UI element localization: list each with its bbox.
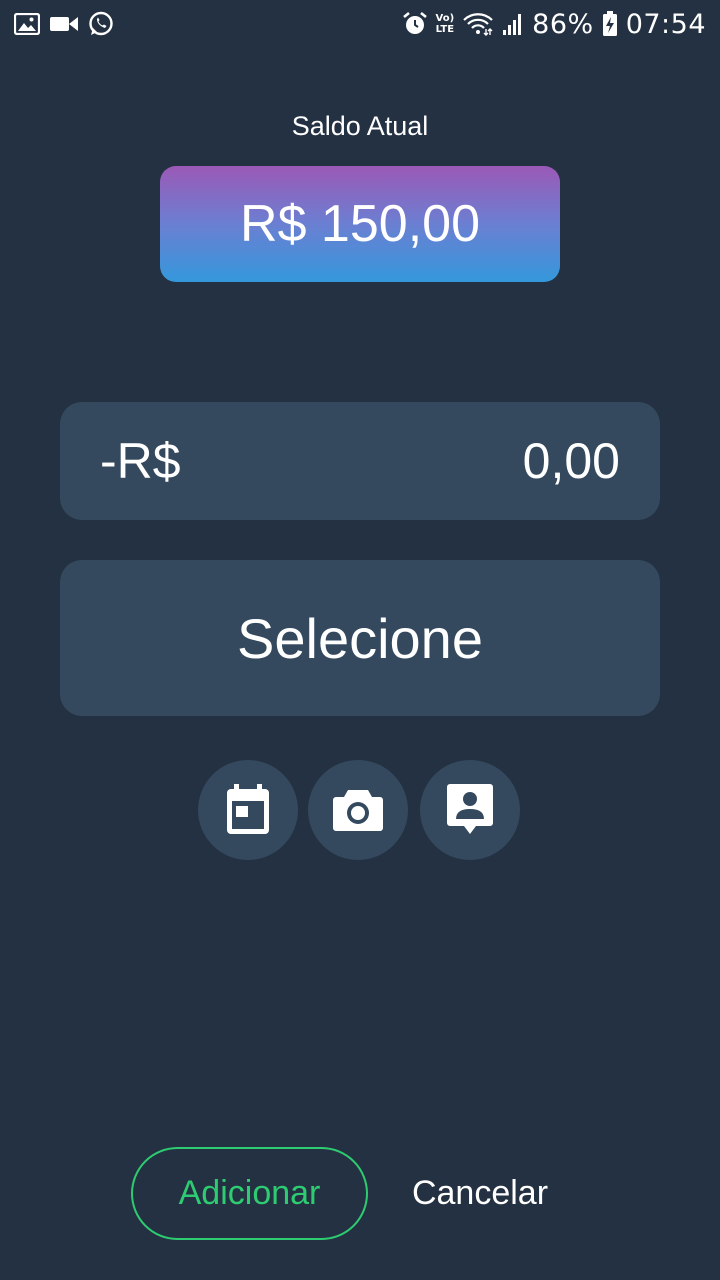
camera-icon: [332, 788, 384, 832]
clock: 07:54: [625, 8, 706, 40]
add-button[interactable]: Adicionar: [131, 1147, 368, 1240]
alarm-icon: [402, 11, 428, 37]
wifi-icon: [462, 12, 494, 36]
amount-prefix: -R$: [100, 433, 181, 489]
signal-icon: [502, 12, 524, 36]
video-camera-icon: [50, 15, 78, 33]
camera-button[interactable]: [308, 760, 408, 860]
lte-bottom-label: LTE: [435, 24, 455, 35]
status-bar-right: Vo) LTE 86% 07:54: [402, 9, 706, 40]
category-select-label: Selecione: [237, 606, 483, 670]
category-select[interactable]: Selecione: [60, 560, 660, 716]
balance-display: R$ 150,00: [160, 166, 560, 282]
battery-icon: [602, 11, 618, 37]
amount-value: 0,00: [522, 433, 620, 489]
lte-top-label: Vo): [435, 13, 455, 24]
calendar-icon: [224, 784, 272, 836]
battery-percent: 86%: [532, 8, 594, 40]
status-bar-left: [14, 11, 114, 37]
image-icon: [14, 13, 40, 35]
whatsapp-icon: [88, 11, 114, 37]
balance-value: R$ 150,00: [240, 195, 480, 253]
date-picker-button[interactable]: [198, 760, 298, 860]
contact-button[interactable]: [420, 760, 520, 860]
cancel-button[interactable]: Cancelar: [400, 1147, 560, 1240]
amount-input[interactable]: -R$ 0,00: [60, 402, 660, 520]
balance-label: Saldo Atual: [291, 111, 429, 141]
lte-indicator: Vo) LTE: [436, 13, 455, 35]
status-bar: Vo) LTE 86% 07:54: [0, 0, 720, 48]
contact-icon: [446, 784, 494, 836]
